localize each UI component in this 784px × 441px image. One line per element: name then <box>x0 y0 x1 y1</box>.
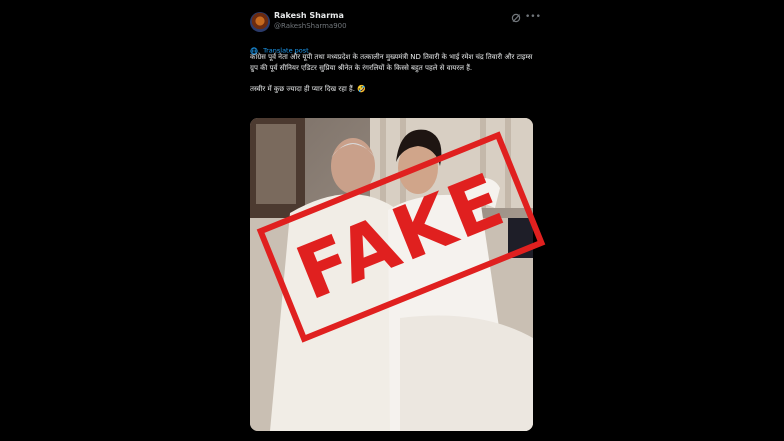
author-name[interactable]: Rakesh Sharma <box>274 11 344 20</box>
post-text-paragraph-1: कांग्रेस पूर्व नेता और यूपी तथा मध्यप्रद… <box>250 53 533 72</box>
more-options-icon[interactable]: ••• <box>525 12 541 22</box>
post-header: Rakesh Sharma @RakeshSharma900 ••• <box>250 10 541 36</box>
grok-icon[interactable] <box>511 13 521 23</box>
author-handle[interactable]: @RakeshSharma900 <box>274 22 347 30</box>
avatar[interactable] <box>250 12 270 32</box>
post-text: कांग्रेस पूर्व नेता और यूपी तथा मध्यप्रद… <box>250 52 540 95</box>
post-text-paragraph-2: तस्वीर में कुछ ज्यादा ही प्यार दिख रहा ह… <box>250 85 366 93</box>
translate-post-link[interactable]: Translate post <box>250 40 309 55</box>
